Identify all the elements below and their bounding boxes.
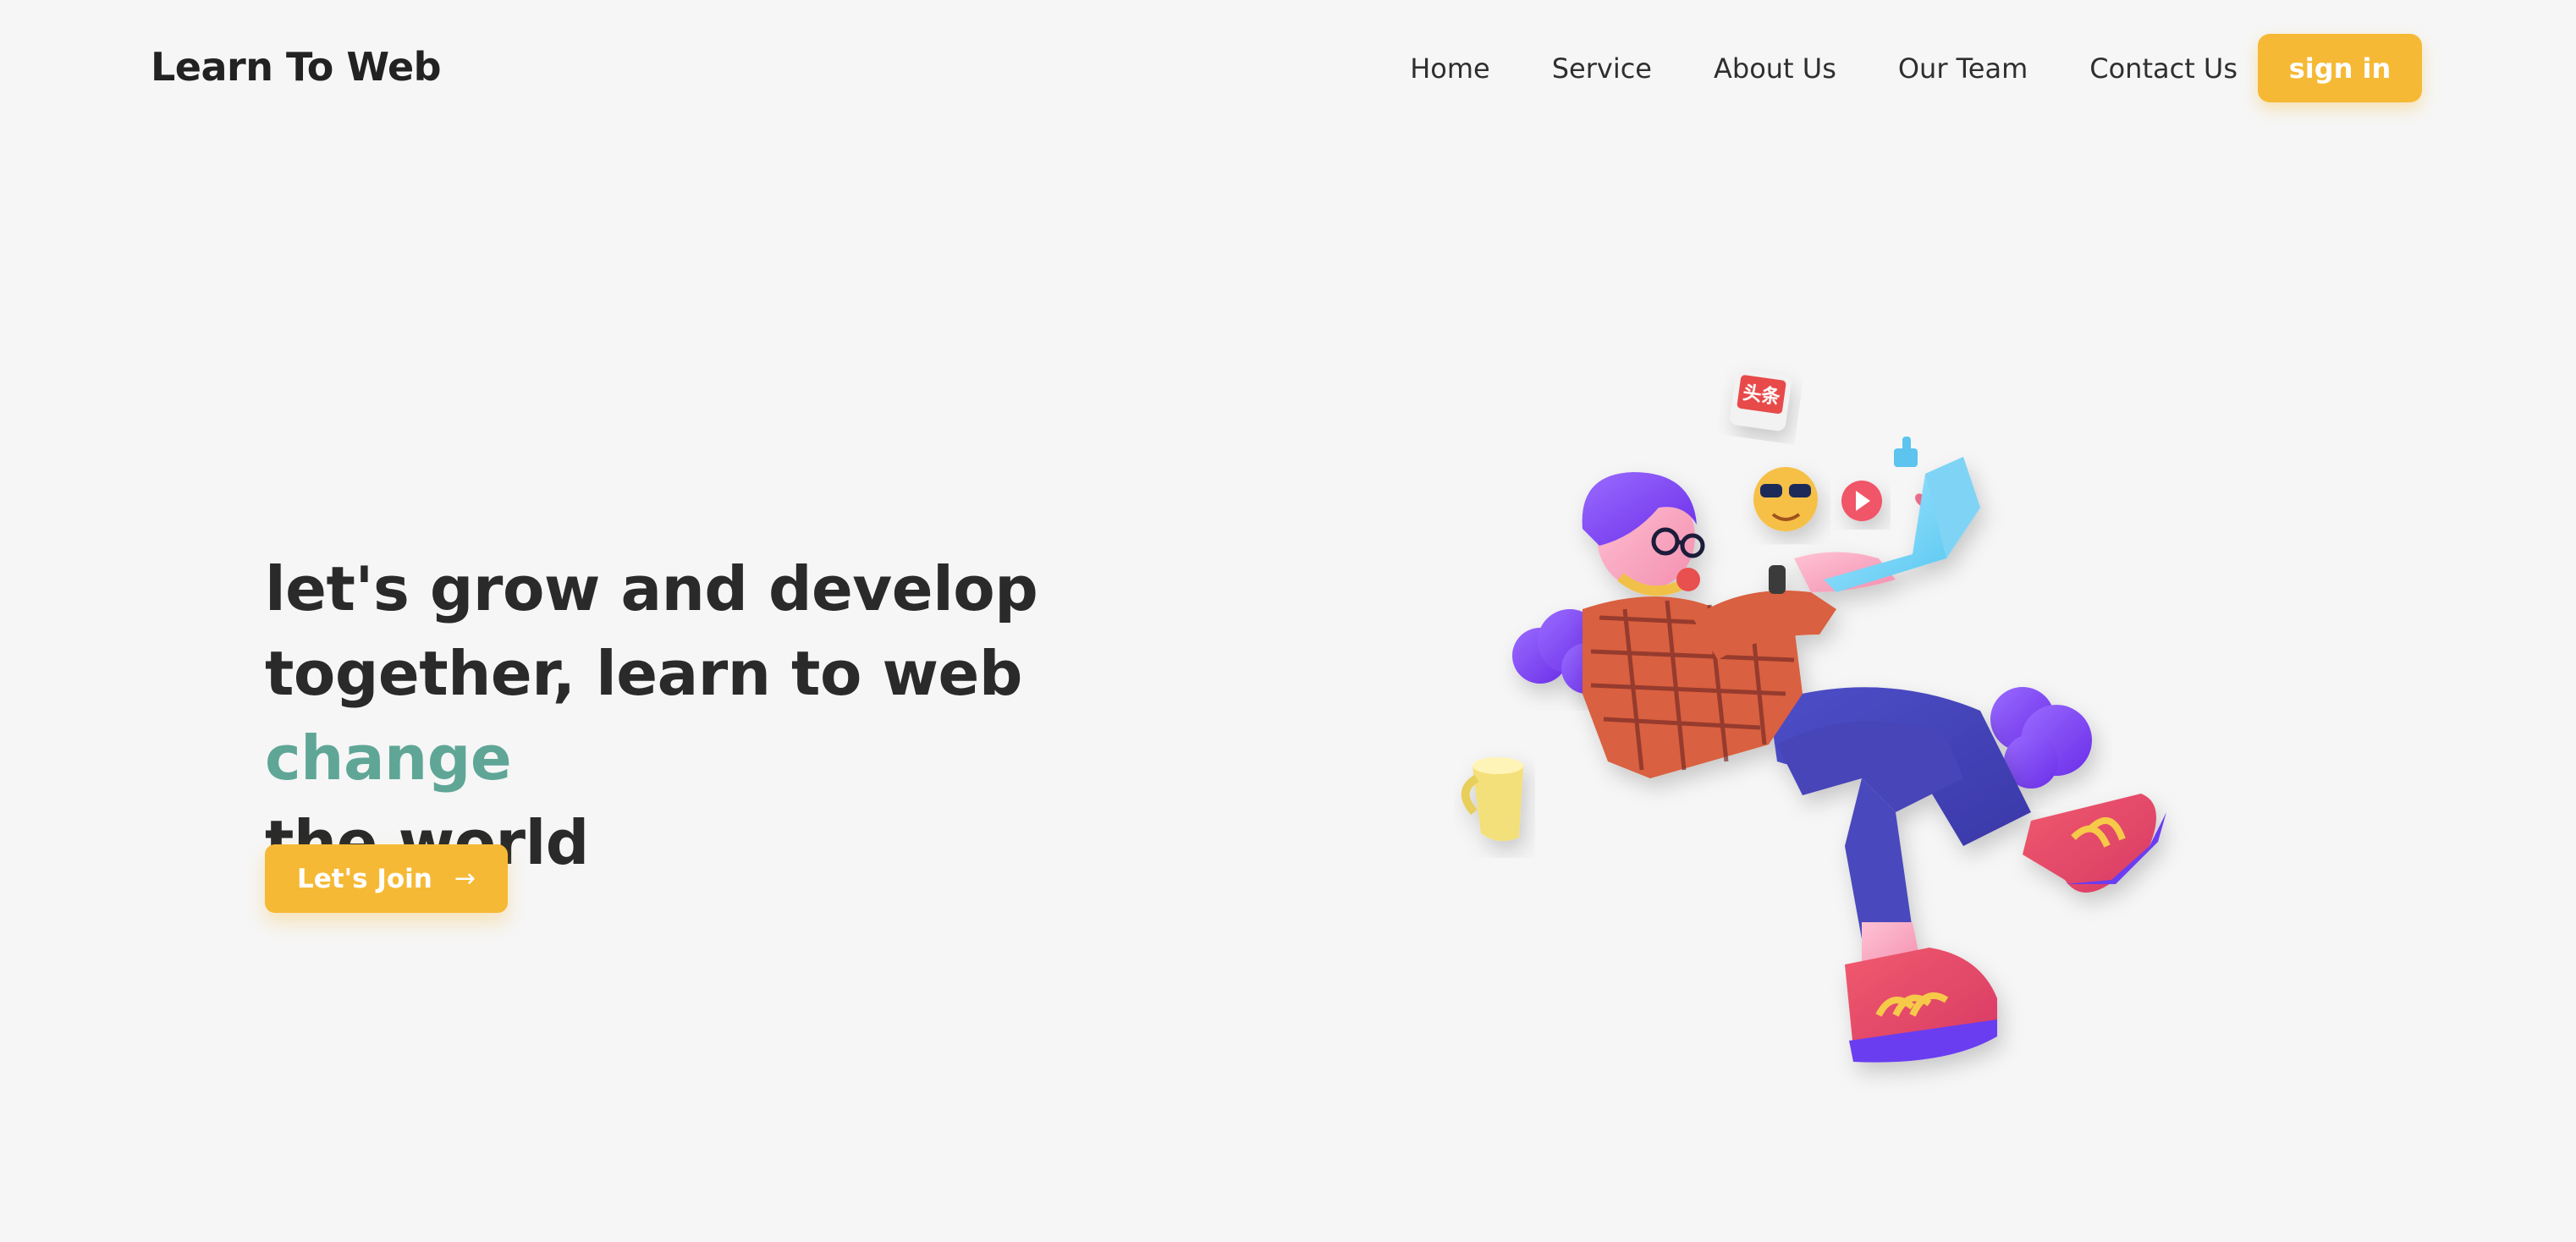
join-button-label: Let's Join xyxy=(297,863,432,894)
nav-link-our-team[interactable]: Our Team xyxy=(1898,52,2028,85)
sign-in-button[interactable]: sign in xyxy=(2258,34,2422,102)
hero-heading-highlight: change xyxy=(265,723,512,794)
sneaker-front-icon xyxy=(1845,948,1997,1063)
coffee-mug-icon xyxy=(1461,757,1523,841)
nav-link-home[interactable]: Home xyxy=(1410,52,1490,85)
arrow-right-icon: → xyxy=(454,864,476,893)
hero-heading-line1: let's grow and develop xyxy=(265,553,1038,624)
play-icon xyxy=(1841,481,1882,521)
hero-illustration: 头条 xyxy=(1461,370,2166,1063)
smartwatch-icon xyxy=(1769,565,1786,594)
hero-heading: let's grow and develop together, learn t… xyxy=(265,547,1230,885)
nav-link-service[interactable]: Service xyxy=(1552,52,1652,85)
lets-join-button[interactable]: Let's Join → xyxy=(265,844,508,913)
nav-link-contact-us[interactable]: Contact Us xyxy=(2089,52,2237,85)
sneaker-back-icon xyxy=(2023,794,2166,893)
nav-link-about-us[interactable]: About Us xyxy=(1714,52,1836,85)
site-logo[interactable]: Learn To Web xyxy=(151,44,442,90)
sunglasses-emoji-icon xyxy=(1753,467,1818,531)
main-nav: Home Service About Us Our Team Contact U… xyxy=(1410,34,2422,102)
thumbs-up-icon xyxy=(1894,437,1918,467)
hero-heading-line2: together, learn to web xyxy=(265,638,1022,709)
news-sticker-icon: 头条 xyxy=(1730,370,1792,431)
